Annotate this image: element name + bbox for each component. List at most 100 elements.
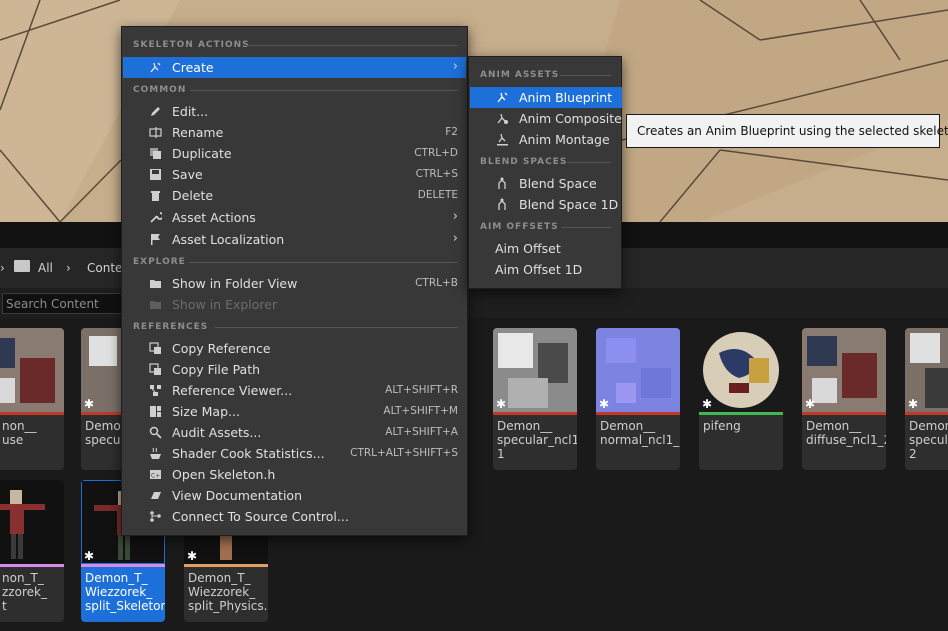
unsaved-star-icon: ✱ [84, 549, 95, 563]
pencil-icon [151, 107, 160, 116]
folder-icon [150, 280, 161, 288]
unsaved-star-icon: ✱ [599, 397, 610, 411]
asset-tile[interactable]: ✱ pifeng [699, 328, 783, 470]
asset-type-bar [0, 412, 64, 415]
svg-text:C++: C++ [151, 473, 162, 480]
shader-cook-icon [150, 447, 161, 459]
asset-type-bar [81, 564, 165, 567]
asset-tile[interactable]: non_T_ zzorek_ t [0, 480, 64, 622]
asset-type-bar [596, 412, 680, 415]
anim-blueprint-icon [497, 92, 508, 103]
unsaved-star-icon: ✱ [908, 397, 919, 411]
flag-icon [151, 234, 160, 245]
asset-type-bar [802, 412, 886, 415]
asset-tile[interactable]: ✱ Demon_ specula 2 [905, 328, 948, 470]
section-skeleton-actions: SKELETON ACTIONS [133, 40, 458, 50]
section-explore: EXPLORE [133, 257, 458, 267]
menu-item-size-map[interactable]: Size Map... ALT+SHIFT+M [123, 401, 466, 422]
asset-name: Demon_T_ Wiezzorek_ split_Physics... [188, 571, 268, 613]
unsaved-star-icon: ✱ [84, 397, 95, 411]
menu-item-asset-actions[interactable]: Asset Actions › [123, 207, 466, 228]
folder-icon [14, 260, 30, 272]
submenu-item-anim-blueprint[interactable]: Anim Blueprint [470, 87, 622, 108]
context-menu: SKELETON ACTIONS Create › COMMON Edit...… [121, 26, 468, 536]
menu-item-reference-viewer[interactable]: Reference Viewer... ALT+SHIFT+R [123, 380, 466, 401]
documentation-icon [151, 492, 161, 499]
asset-tile[interactable]: ✱ Demon__ specular_ncl1_ 1 [493, 328, 577, 470]
reference-viewer-icon [150, 385, 161, 396]
submenu-arrow-icon: › [452, 231, 458, 246]
menu-item-view-documentation[interactable]: View Documentation [123, 485, 466, 506]
menu-item-edit[interactable]: Edit... [123, 101, 466, 122]
tooltip: Creates an Anim Blueprint using the sele… [626, 114, 948, 148]
asset-tile[interactable]: non__ use [0, 328, 64, 470]
menu-item-audit-assets[interactable]: Audit Assets... ALT+SHIFT+A [123, 422, 466, 443]
menu-item-save[interactable]: Save CTRL+S [123, 164, 466, 185]
submenu-item-aim-offset-1d[interactable]: Aim Offset 1D [470, 259, 622, 280]
breadcrumb-content[interactable]: Conte [87, 261, 122, 275]
copy-reference-icon [149, 342, 161, 354]
asset-thumbnail [0, 328, 64, 412]
submenu-item-blend-space-1d[interactable]: Blend Space 1D [470, 194, 622, 215]
submenu-arrow-icon: › [452, 59, 458, 74]
save-icon [150, 169, 161, 180]
search-input[interactable] [2, 293, 122, 314]
duplicate-icon [150, 148, 161, 159]
asset-name: Demon_T_ Wiezzorek_ split_Skeleton [85, 571, 165, 613]
asset-type-bar [905, 412, 948, 415]
menu-item-asset-localization[interactable]: Asset Localization › [123, 229, 466, 250]
skeleton-create-icon [150, 62, 161, 73]
menu-item-connect-source-control[interactable]: Connect To Source Control... [123, 506, 466, 527]
asset-type-bar [699, 412, 783, 415]
create-submenu: ANIM ASSETS Anim Blueprint Anim Composit… [468, 56, 622, 289]
wrench-icon [150, 212, 162, 223]
asset-tile[interactable]: ✱ Demon__ diffuse_ncl1_2 [802, 328, 886, 470]
asset-type-bar [0, 564, 64, 567]
menu-item-copy-file-path[interactable]: Copy File Path [123, 359, 466, 380]
section-blend-spaces: BLEND SPACES [480, 157, 611, 167]
rename-icon [149, 127, 162, 138]
submenu-item-anim-montage[interactable]: Anim Montage [470, 129, 622, 150]
explorer-icon [150, 301, 161, 309]
asset-name: pifeng [703, 419, 741, 433]
menu-item-rename[interactable]: Rename F2 [123, 122, 466, 143]
submenu-item-blend-space[interactable]: Blend Space [470, 173, 622, 194]
menu-item-show-in-folder-view[interactable]: Show in Folder View CTRL+B [123, 273, 466, 294]
back-chevron-icon[interactable]: › [0, 261, 5, 275]
menu-item-duplicate[interactable]: Duplicate CTRL+D [123, 143, 466, 164]
blend-space-1d-icon [498, 198, 506, 210]
section-common: COMMON [133, 85, 458, 95]
cpp-file-icon: C++ [150, 470, 162, 480]
size-map-icon [150, 406, 161, 417]
unsaved-star-icon: ✱ [187, 549, 198, 563]
menu-item-shader-cook-statistics[interactable]: Shader Cook Statistics... CTRL+ALT+SHIFT… [123, 443, 466, 464]
menu-item-copy-reference[interactable]: Copy Reference [123, 338, 466, 359]
audit-icon [149, 426, 162, 439]
asset-name: Demon__ specular_ncl1_ 1 [497, 419, 577, 461]
blend-space-icon [498, 177, 506, 189]
asset-type-bar [493, 412, 577, 415]
menu-item-delete[interactable]: Delete DELETE [123, 185, 466, 206]
asset-name: non__ use [2, 419, 37, 447]
submenu-item-aim-offset[interactable]: Aim Offset [470, 238, 622, 259]
breadcrumb-separator-icon: › [66, 261, 71, 275]
breadcrumb-all[interactable]: All [38, 261, 53, 275]
anim-montage-icon [497, 133, 508, 146]
asset-name: Demon__ diffuse_ncl1_2 [806, 419, 886, 447]
section-references: REFERENCES [133, 322, 458, 332]
copy-path-icon [149, 363, 161, 375]
asset-thumbnail [0, 480, 64, 564]
asset-name: Demon_ specula 2 [909, 419, 948, 461]
anim-composite-icon [497, 113, 508, 124]
unsaved-star-icon: ✱ [702, 397, 713, 411]
submenu-item-anim-composite[interactable]: Anim Composite [470, 108, 622, 129]
asset-tile[interactable]: ✱ Demon__ normal_ncl1_1 [596, 328, 680, 470]
source-control-icon [150, 511, 161, 522]
trash-icon [151, 191, 160, 201]
menu-item-open-skeleton-h[interactable]: C++ Open Skeleton.h [123, 464, 466, 485]
asset-name: Demon__ normal_ncl1_1 [600, 419, 680, 447]
asset-name: non_T_ zzorek_ t [2, 571, 47, 613]
section-aim-offsets: AIM OFFSETS [480, 222, 611, 232]
menu-item-create[interactable]: Create › [123, 57, 466, 78]
unsaved-star-icon: ✱ [805, 397, 816, 411]
